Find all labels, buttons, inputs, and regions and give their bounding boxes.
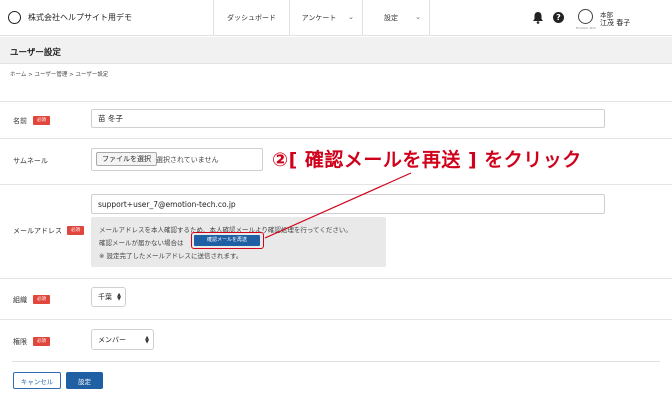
role-value: メンバー bbox=[98, 335, 126, 344]
nav-settings[interactable]: 設定 ⌄ bbox=[362, 0, 430, 36]
required-badge: 必須 bbox=[67, 226, 84, 235]
email-input[interactable]: support+user_7@emotion-tech.co.jp bbox=[91, 194, 605, 214]
bell-icon[interactable] bbox=[532, 11, 544, 24]
required-badge: 必須 bbox=[33, 295, 50, 304]
save-button[interactable]: 設定 bbox=[66, 372, 103, 389]
nav-settings-label: 設定 bbox=[384, 14, 398, 22]
avatar[interactable] bbox=[578, 9, 593, 24]
company-name[interactable]: 株式会社ヘルプサイト用デモ bbox=[28, 12, 132, 23]
organization-select[interactable]: 千葉 ▲ ▼ bbox=[91, 287, 126, 307]
chevron-down-icon: ⌄ bbox=[415, 13, 421, 21]
resend-highlight-box bbox=[191, 232, 264, 249]
select-arrows-icon: ▲ ▼ bbox=[117, 292, 121, 302]
required-badge: 必須 bbox=[33, 337, 50, 346]
nav-dashboard-label: ダッシュボード bbox=[227, 14, 276, 22]
name-label: 名前 bbox=[13, 117, 27, 125]
notice-line-2: 確認メールが届かない場合は bbox=[99, 239, 184, 247]
file-status-text: 選択されていません bbox=[156, 156, 219, 164]
name-input[interactable]: 苗 冬子 bbox=[91, 109, 605, 128]
nav-dashboard[interactable]: ダッシュボード bbox=[213, 0, 289, 36]
select-arrows-icon: ▲ ▼ bbox=[145, 334, 149, 345]
help-icon[interactable]: ? bbox=[553, 12, 564, 23]
user-name[interactable]: 江茂 春子 bbox=[600, 18, 630, 28]
required-badge: 必須 bbox=[33, 116, 50, 125]
email-label: メールアドレス bbox=[13, 227, 62, 235]
company-logo-icon[interactable] bbox=[8, 11, 21, 24]
organization-value: 千葉 bbox=[98, 293, 112, 301]
cancel-button[interactable]: キャンセル bbox=[13, 372, 61, 389]
instruction-annotation: ②[ 確認メールを再送 ] をクリック bbox=[272, 149, 582, 171]
notice-line-3: ※ 設定完了したメールアドレスに送信されます。 bbox=[99, 252, 243, 260]
nav-survey[interactable]: アンケート ⌄ bbox=[289, 0, 362, 36]
role-label: 権限 bbox=[13, 338, 27, 346]
chevron-down-icon: ⌄ bbox=[348, 13, 354, 21]
top-navigation-bar: 株式会社ヘルプサイト用デモ ダッシュボード アンケート ⌄ 設定 ⌄ ? Emo… bbox=[0, 0, 672, 36]
breadcrumb[interactable]: ホーム > ユーザー管理 > ユーザー設定 bbox=[10, 70, 108, 78]
divider bbox=[12, 361, 660, 362]
role-select[interactable]: メンバー ▲ ▼ bbox=[91, 329, 154, 350]
avatar-caption: Emotion Tech bbox=[576, 26, 597, 30]
choose-file-button[interactable]: ファイルを選択 bbox=[96, 152, 157, 166]
thumbnail-label: サムネール bbox=[13, 157, 48, 165]
nav-survey-label: アンケート bbox=[301, 14, 337, 22]
page-title: ユーザー設定 bbox=[10, 48, 61, 58]
page-header: ユーザー設定 bbox=[0, 37, 672, 64]
organization-label: 組織 bbox=[13, 296, 27, 304]
